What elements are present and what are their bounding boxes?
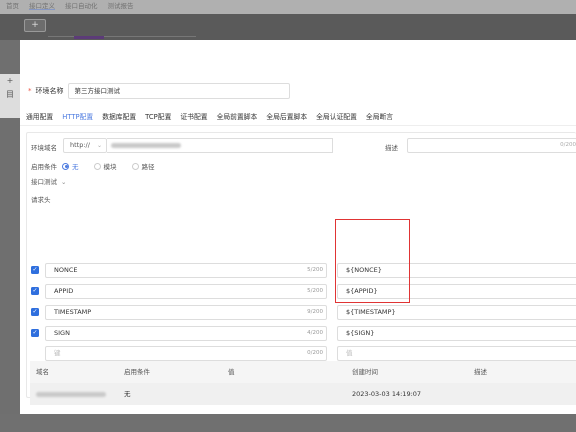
cell-created: 2023-03-03 14:19:07 [352, 390, 422, 398]
enable-condition-row: 启用条件 无 模块 路径 [31, 161, 165, 171]
cell-domain-redacted [36, 383, 106, 405]
description-counter: 0/200 [560, 142, 576, 148]
table-header: 域名 启用条件 值 创建时间 描述 [30, 361, 576, 383]
background-nav: 首页 接口定义 接口自动化 测试报告 [0, 0, 134, 10]
description-label: 描述 [385, 144, 398, 152]
tabs-divider [20, 125, 576, 126]
header-key-input[interactable]: TIMESTAMP 9/200 [45, 305, 327, 320]
header-value-input[interactable]: ${SIGN} [337, 326, 576, 341]
description-input[interactable]: 0/200 [407, 138, 576, 153]
char-counter: 4/200 [307, 330, 323, 336]
environment-drawer: * 环境名称 第三方接口测试 通用配置 HTTP配置 数据库配置 TCP配置 证… [20, 40, 576, 414]
header-key-input[interactable]: APPID 5/200 [45, 284, 327, 299]
chevron-down-icon: ⌄ [61, 178, 67, 186]
tab-global-post-script[interactable]: 全局后置脚本 [266, 111, 307, 126]
col-condition: 启用条件 [124, 368, 150, 376]
char-counter: 5/200 [307, 267, 323, 273]
table-row[interactable]: 无 2023-03-03 14:19:07 [30, 383, 576, 405]
header-row: ✓ SIGN 4/200 ${SIGN} [31, 326, 576, 341]
header-key-input[interactable]: NONCE 5/200 [45, 263, 327, 278]
config-tabs: 通用配置 HTTP配置 数据库配置 TCP配置 证书配置 全局前置脚本 全局后置… [26, 111, 393, 126]
domain-label: 环境域名 [31, 144, 57, 152]
env-name-input[interactable]: 第三方接口测试 [67, 83, 290, 99]
col-value: 值 [228, 368, 235, 376]
header-key-input[interactable]: SIGN 4/200 [45, 326, 327, 341]
header-checkbox[interactable]: ✓ [31, 308, 39, 316]
header-row-empty: 键 0/200 值 [31, 346, 576, 361]
bg-nav-api-definition: 接口定义 [29, 2, 55, 10]
bg-left-panel: + 目 [0, 74, 20, 118]
background-bottom [0, 414, 576, 432]
header-row: ✓ TIMESTAMP 9/200 ${TIMESTAMP} [31, 305, 576, 320]
http-config-card: 环境域名 http:// ⌄ 描述 0/200 启用条件 无 模块 路径 接口测… [26, 132, 576, 398]
char-counter: 9/200 [307, 309, 323, 315]
header-row: ✓ NONCE 5/200 ${NONCE} [31, 263, 576, 278]
bg-nav-home: 首页 [6, 2, 19, 10]
header-checkbox[interactable]: ✓ [31, 329, 39, 337]
tab-tcp[interactable]: TCP配置 [145, 111, 171, 126]
protocol-value: http:// [70, 141, 90, 149]
environment-table: 域名 启用条件 值 创建时间 描述 无 2023-03-03 14:19:07 [30, 361, 576, 405]
radio-checked-icon [62, 162, 69, 170]
bg-nav-report: 测试报告 [107, 2, 134, 10]
module-label: 接口测试 [31, 178, 57, 186]
condition-none-radio[interactable]: 无 [62, 161, 79, 171]
col-created: 创建时间 [352, 368, 378, 376]
bg-nav-api-automation: 接口自动化 [65, 2, 98, 10]
tab-global-auth[interactable]: 全局认证配置 [316, 111, 357, 126]
bg-plus-icon: + [6, 76, 14, 85]
tab-certificate[interactable]: 证书配置 [180, 111, 207, 126]
tab-global-pre-script[interactable]: 全局前置脚本 [217, 111, 258, 126]
condition-module-radio[interactable]: 模块 [93, 161, 117, 171]
header-checkbox[interactable]: ✓ [31, 266, 39, 274]
header-row: ✓ APPID 5/200 ${APPID} [31, 284, 576, 299]
protocol-select[interactable]: http:// ⌄ [63, 138, 107, 153]
header-checkbox[interactable]: ✓ [31, 287, 39, 295]
chevron-down-icon: ⌄ [96, 142, 102, 149]
bg-add-button: + [24, 19, 46, 32]
header-value-input[interactable]: 值 [337, 346, 576, 361]
tab-global-assertion[interactable]: 全局断言 [366, 111, 393, 126]
bg-folder-label: 目 [6, 90, 14, 99]
host-input[interactable] [107, 138, 333, 153]
radio-unchecked-icon [131, 162, 139, 170]
condition-path-radio[interactable]: 路径 [131, 161, 155, 171]
env-name-label: 环境名称 [35, 87, 64, 95]
char-counter: 0/200 [307, 350, 323, 356]
col-domain: 域名 [36, 368, 49, 376]
char-counter: 5/200 [307, 288, 323, 294]
col-description: 描述 [474, 368, 487, 376]
radio-unchecked-icon [93, 162, 101, 170]
env-name-row: * 环境名称 第三方接口测试 [28, 83, 290, 99]
tab-general[interactable]: 通用配置 [26, 111, 53, 126]
tab-database[interactable]: 数据库配置 [102, 111, 136, 126]
cell-condition: 无 [124, 390, 131, 398]
host-value-redacted [111, 142, 181, 148]
header-value-input[interactable]: ${TIMESTAMP} [337, 305, 576, 320]
required-asterisk: * [28, 87, 32, 95]
highlight-annotation-box [335, 219, 410, 303]
enable-condition-label: 启用条件 [31, 163, 57, 171]
tab-http[interactable]: HTTP配置 [62, 111, 94, 126]
module-select[interactable]: 接口测试 ⌄ [31, 176, 66, 186]
request-headers-label: 请求头 [31, 196, 51, 204]
header-key-input[interactable]: 键 0/200 [45, 346, 327, 361]
